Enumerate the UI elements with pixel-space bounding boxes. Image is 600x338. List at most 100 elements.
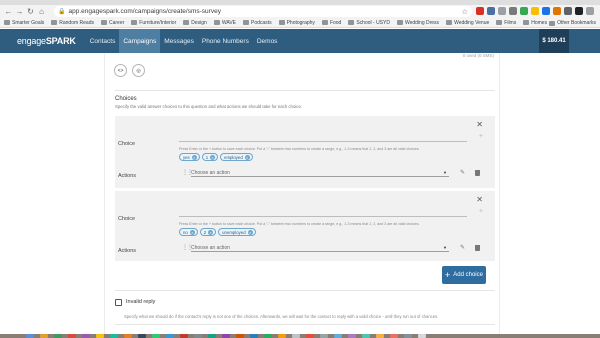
- bookmark-folder[interactable]: Food: [321, 20, 341, 26]
- extension-icon[interactable]: [531, 7, 539, 15]
- dock-app-icon[interactable]: [124, 334, 132, 338]
- extension-icon[interactable]: [520, 7, 528, 15]
- dock-app-icon[interactable]: [264, 334, 272, 338]
- choice-tags: no × 2 × unemployed ×: [179, 228, 256, 236]
- nav-messages[interactable]: Messages: [160, 29, 198, 53]
- bookmark-folder[interactable]: Smarter Goals: [4, 20, 44, 26]
- extension-icon[interactable]: [476, 7, 484, 15]
- bookmark-folder[interactable]: Wedding Dress: [396, 20, 439, 26]
- nav-phone-numbers[interactable]: Phone Numbers: [198, 29, 253, 53]
- dock-app-icon[interactable]: [54, 334, 62, 338]
- nav-demos[interactable]: Demos: [253, 29, 282, 53]
- user-menu[interactable]: [569, 29, 600, 53]
- dock-app-icon[interactable]: [278, 334, 286, 338]
- dock-app-icon[interactable]: [222, 334, 230, 338]
- dock-app-icon[interactable]: [250, 334, 258, 338]
- dock-app-icon[interactable]: [26, 334, 34, 338]
- bookmark-folder[interactable]: Homes: [523, 20, 547, 26]
- trash-icon[interactable]: [418, 334, 426, 338]
- dock-app-icon[interactable]: [320, 334, 328, 338]
- reload-icon[interactable]: ↻: [25, 6, 36, 17]
- bookmark-folder[interactable]: School - USYD: [348, 20, 390, 26]
- folder-icon: [446, 20, 453, 25]
- action-select[interactable]: Choose an action ▼: [191, 244, 449, 252]
- home-icon[interactable]: ⌂: [36, 6, 47, 17]
- invalid-reply-label: Invalid reply: [126, 299, 156, 305]
- invalid-reply-checkbox[interactable]: [115, 299, 122, 306]
- bookmark-folder[interactable]: Wedding Venue: [446, 20, 489, 26]
- bookmark-folder[interactable]: Career: [100, 20, 124, 26]
- folder-icon: [396, 20, 403, 25]
- engagespark-logo[interactable]: engageSPARK: [17, 36, 76, 46]
- dock-app-icon[interactable]: [96, 334, 104, 338]
- remove-tag-icon[interactable]: ×: [191, 154, 197, 160]
- divider: [115, 90, 495, 91]
- bookmark-folder[interactable]: Photography: [278, 20, 315, 26]
- extension-icon[interactable]: [564, 7, 572, 15]
- dock-app-icon[interactable]: [292, 334, 300, 338]
- code-button[interactable]: <>: [114, 64, 127, 77]
- dock-app-icon[interactable]: [348, 334, 356, 338]
- bookmark-folder[interactable]: Furniture/Interior: [131, 20, 176, 26]
- close-icon[interactable]: ✕: [476, 120, 483, 129]
- globe-icon[interactable]: ◎: [132, 64, 145, 77]
- dock-app-icon[interactable]: [152, 334, 160, 338]
- bookmark-folder[interactable]: Design: [183, 20, 207, 26]
- dock-app-icon[interactable]: [404, 334, 412, 338]
- dock-app-icon[interactable]: [68, 334, 76, 338]
- extension-icon[interactable]: [542, 7, 550, 15]
- add-choice-button[interactable]: + Add choice: [442, 266, 486, 284]
- add-tag-icon[interactable]: +: [479, 133, 483, 140]
- choice-input[interactable]: [179, 208, 467, 217]
- dock-app-icon[interactable]: [362, 334, 370, 338]
- dock-app-icon[interactable]: [40, 334, 48, 338]
- bookmark-folder[interactable]: Random Reads: [51, 20, 94, 26]
- dock-app-icon[interactable]: [376, 334, 384, 338]
- remove-tag-icon[interactable]: ×: [189, 229, 195, 235]
- extension-icon[interactable]: [487, 7, 495, 15]
- folder-icon: [278, 20, 285, 25]
- extension-icon[interactable]: [509, 7, 517, 15]
- nav-contacts[interactable]: Contacts: [86, 29, 120, 53]
- dock-app-icon[interactable]: [138, 334, 146, 338]
- bookmark-folder[interactable]: Podcasts: [243, 20, 272, 26]
- add-tag-icon[interactable]: +: [479, 208, 483, 215]
- bookmark-star-icon[interactable]: ☆: [462, 8, 468, 16]
- address-bar[interactable]: 🔒 app.engagespark.com/campaigns/create/s…: [54, 6, 472, 17]
- bookmark-folder[interactable]: Films: [496, 20, 516, 26]
- dock-app-icon[interactable]: [208, 334, 216, 338]
- remove-tag-icon[interactable]: ×: [208, 229, 214, 235]
- action-select[interactable]: Choose an action ▼: [191, 169, 449, 177]
- extension-icon[interactable]: [553, 7, 561, 15]
- edit-icon[interactable]: ✎: [460, 169, 465, 176]
- trash-icon[interactable]: [475, 170, 480, 176]
- extension-icon[interactable]: [498, 7, 506, 15]
- dock-app-icon[interactable]: [306, 334, 314, 338]
- folder-icon: [4, 20, 10, 25]
- forward-icon[interactable]: →: [14, 6, 25, 17]
- dock-app-icon[interactable]: [166, 334, 174, 338]
- other-bookmarks[interactable]: Other Bookmarks: [549, 18, 596, 27]
- close-icon[interactable]: ✕: [476, 195, 483, 204]
- remove-tag-icon[interactable]: ×: [247, 229, 253, 235]
- dock-app-icon[interactable]: [180, 334, 188, 338]
- dock-app-icon[interactable]: [82, 334, 90, 338]
- account-balance[interactable]: $ 180.41: [539, 29, 569, 53]
- dock-app-icon[interactable]: [390, 334, 398, 338]
- remove-tag-icon[interactable]: ×: [244, 154, 250, 160]
- trash-icon[interactable]: [475, 245, 480, 251]
- bookmark-folder[interactable]: WAVE: [213, 20, 236, 26]
- dock-app-icon[interactable]: [236, 334, 244, 338]
- choice-tag: 2 ×: [199, 228, 217, 236]
- extension-icon[interactable]: [575, 7, 583, 15]
- nav-campaigns[interactable]: Campaigns: [119, 29, 161, 53]
- dock-app-icon[interactable]: [194, 334, 202, 338]
- menu-icon[interactable]: [586, 7, 594, 15]
- edit-icon[interactable]: ✎: [460, 244, 465, 251]
- dock-app-icon[interactable]: [110, 334, 118, 338]
- choice-input[interactable]: [179, 133, 467, 142]
- folder-icon: [213, 20, 220, 25]
- dock-app-icon[interactable]: [334, 334, 342, 338]
- remove-tag-icon[interactable]: ×: [210, 154, 216, 160]
- back-icon[interactable]: ←: [3, 6, 14, 17]
